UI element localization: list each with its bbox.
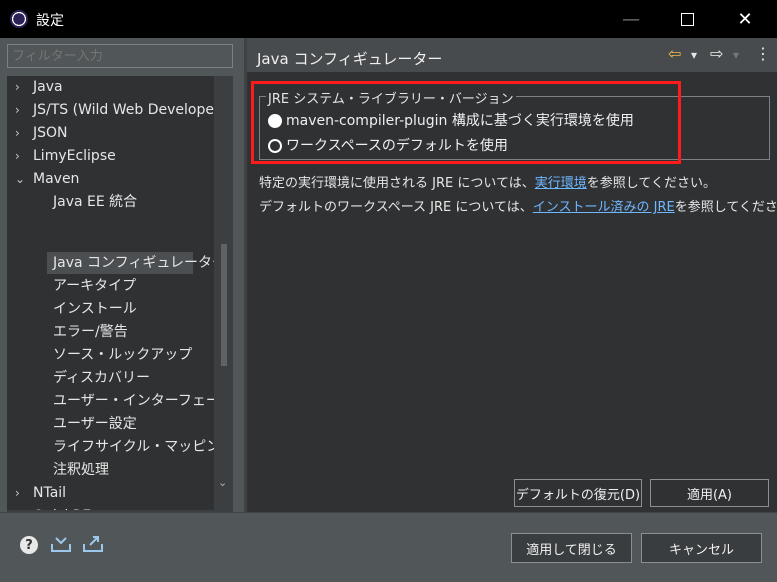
- tree-item-label: NTail: [33, 485, 67, 501]
- expand-arrow-icon[interactable]: ›: [15, 76, 27, 98]
- export-preferences-icon[interactable]: [82, 534, 104, 559]
- installed-jre-link[interactable]: インストール済みの JRE: [533, 200, 675, 215]
- minimize-button[interactable]: —: [608, 0, 654, 38]
- tree-item-label: LimyEclipse: [33, 148, 116, 164]
- forward-arrow-icon[interactable]: ⇨: [710, 44, 723, 63]
- expand-arrow-icon[interactable]: ›: [15, 99, 27, 121]
- title-bar: 設定 — ✕: [0, 0, 777, 38]
- tree-item-label: ユーザー・インターフェース: [53, 393, 233, 409]
- execution-env-link[interactable]: 実行環境: [535, 176, 587, 191]
- tree-item-label: 注釈処理: [53, 462, 109, 478]
- tree-item-label: アーキタイプ: [53, 278, 137, 294]
- info-text: を参照してください。: [674, 200, 777, 215]
- left-panel: › Java › JS/TS (Wild Web Developer › JSO…: [0, 38, 244, 530]
- tree-item-label: JS/TS (Wild Web Developer: [33, 102, 220, 118]
- tree-item-label: JSON: [33, 125, 68, 141]
- apply-button[interactable]: 適用(A): [650, 479, 769, 507]
- info-text: を参照してください。: [586, 176, 716, 191]
- page-title: Java コンフィギュレーター: [257, 50, 443, 68]
- collapse-arrow-icon[interactable]: ⌄: [15, 168, 27, 190]
- tree-item-label: インストール: [53, 301, 137, 317]
- filter-input[interactable]: [7, 44, 233, 68]
- forward-dropdown-icon[interactable]: ▾: [733, 48, 739, 62]
- maximize-button[interactable]: [664, 0, 710, 38]
- help-icon[interactable]: ?: [20, 536, 38, 554]
- info-text: 特定の実行環境に使用される JRE については、: [259, 176, 535, 191]
- vertical-scroll-thumb[interactable]: [221, 244, 227, 366]
- tree-item-label: Java: [33, 79, 63, 95]
- info-execution-env: 特定の実行環境に使用される JRE については、実行環境を参照してください。: [259, 172, 716, 191]
- close-button[interactable]: ✕: [722, 0, 768, 38]
- restore-defaults-button[interactable]: デフォルトの復元(D): [514, 479, 642, 507]
- tree-item-label: ソース・ルックアップ: [53, 347, 193, 363]
- expand-arrow-icon[interactable]: ›: [15, 122, 27, 144]
- info-text: デフォルトのワークスペース JRE については、: [259, 200, 533, 215]
- preference-tree: › Java › JS/TS (Wild Web Developer › JSO…: [7, 76, 233, 530]
- back-dropdown-icon[interactable]: ▾: [691, 48, 697, 62]
- info-installed-jre: デフォルトのワークスペース JRE については、インストール済みの JREを参照…: [259, 196, 777, 215]
- tree-item-label: Maven: [33, 171, 80, 187]
- back-arrow-icon[interactable]: ⇦: [668, 44, 681, 63]
- view-menu-icon[interactable]: ⋮: [755, 44, 771, 63]
- highlight-frame: [251, 81, 681, 164]
- tree-item-label: ライフサイクル・マッピング: [53, 439, 233, 455]
- expand-arrow-icon[interactable]: ›: [15, 145, 27, 167]
- tree-item-label: Java EE 統合: [53, 194, 138, 210]
- import-preferences-icon[interactable]: [50, 534, 72, 559]
- cancel-button[interactable]: キャンセル: [641, 533, 762, 563]
- window-title: 設定: [36, 13, 64, 29]
- maximize-icon: [680, 12, 694, 26]
- tree-item-label: Java コンフィギュレーター: [53, 255, 227, 271]
- tree-item-label: ディスカバリー: [53, 370, 151, 386]
- apply-and-close-button[interactable]: 適用して閉じる: [511, 533, 632, 563]
- expand-arrow-icon[interactable]: ›: [15, 482, 27, 504]
- eclipse-icon: [10, 10, 28, 28]
- tree-item-label: エラー/警告: [53, 324, 128, 340]
- scroll-down-icon[interactable]: ⌄: [218, 476, 227, 489]
- tree-item-label: ユーザー設定: [53, 416, 137, 432]
